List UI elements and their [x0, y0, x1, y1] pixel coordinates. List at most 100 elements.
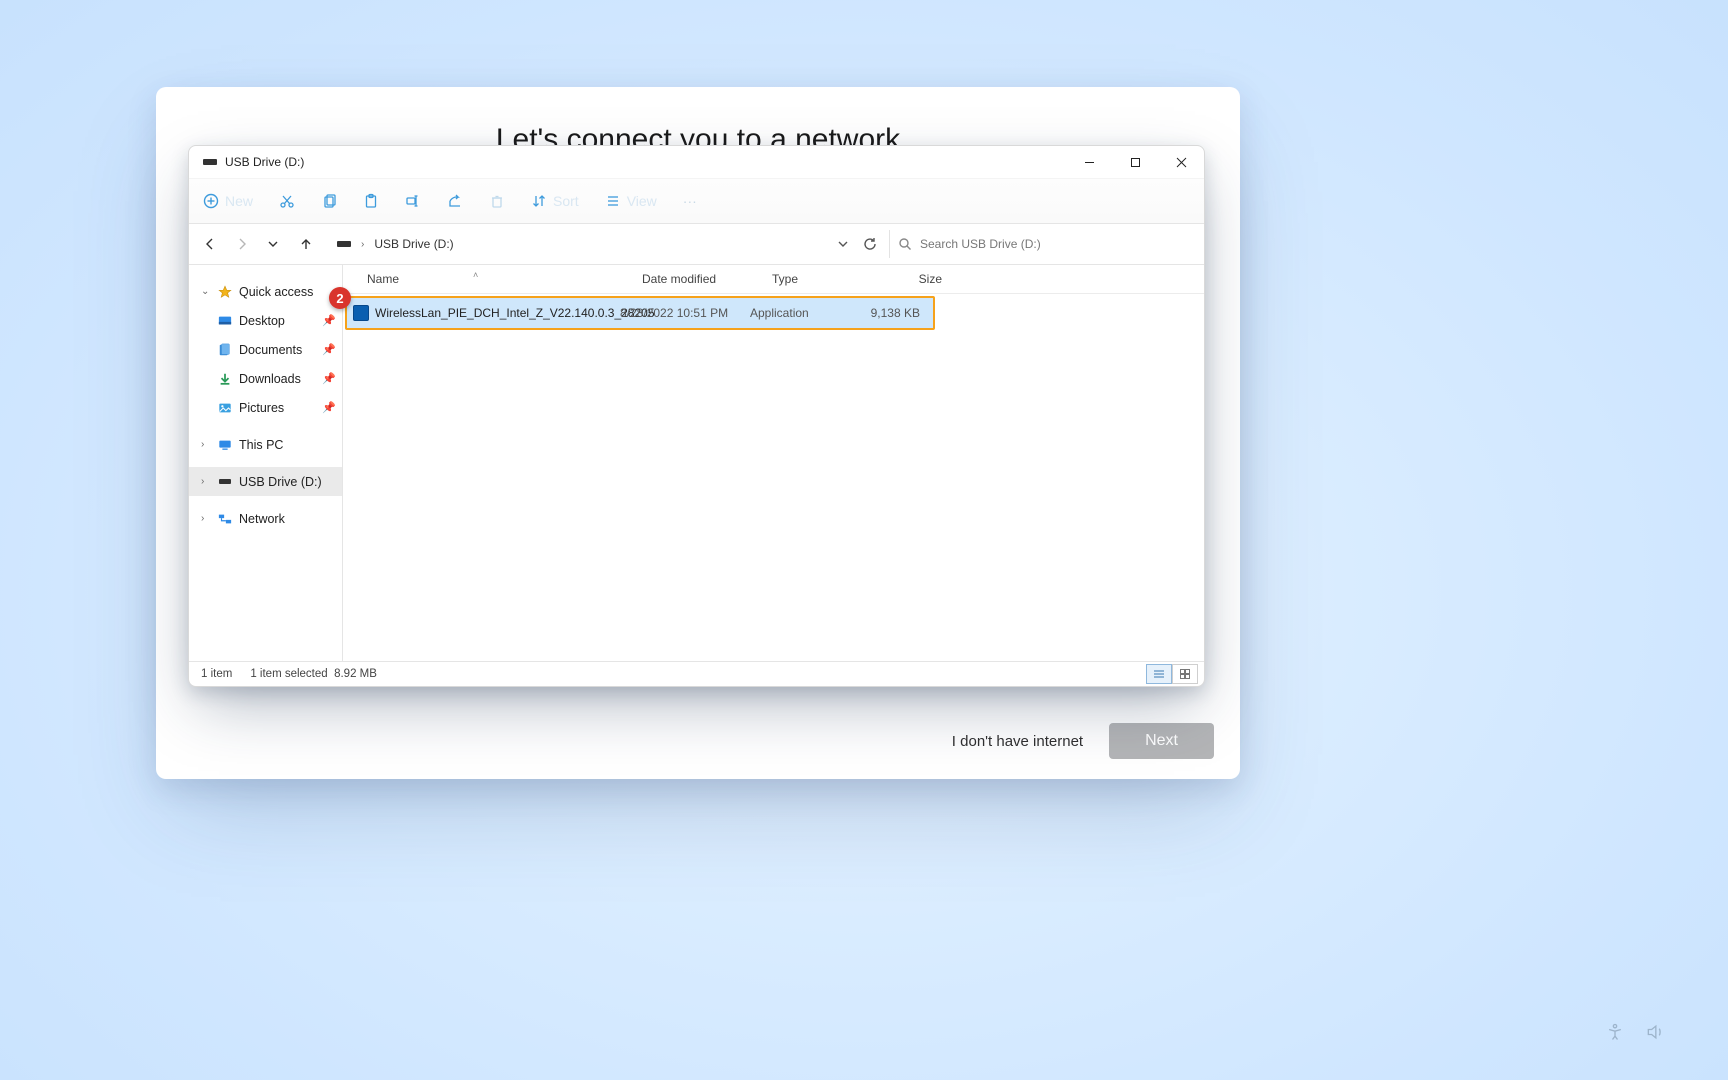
view-button[interactable]: View — [605, 193, 657, 209]
star-icon — [217, 284, 233, 300]
delete-button[interactable] — [489, 193, 505, 209]
search-icon — [898, 237, 912, 251]
close-button[interactable] — [1158, 146, 1204, 178]
file-name: WirelessLan_PIE_DCH_Intel_Z_V22.140.0.3_… — [375, 306, 620, 320]
col-type[interactable]: Type — [772, 272, 880, 286]
breadcrumb[interactable]: › USB Drive (D:) — [329, 230, 833, 258]
more-button[interactable]: ··· — [683, 193, 697, 209]
usb-drive-icon — [217, 474, 233, 490]
label: This PC — [239, 438, 283, 452]
status-bar: 1 item 1 item selected 8.92 MB — [189, 661, 1204, 686]
sort-button[interactable]: Sort — [531, 193, 579, 209]
application-icon — [353, 305, 369, 321]
breadcrumb-item[interactable]: USB Drive (D:) — [374, 237, 453, 251]
chevron-right-icon: › — [201, 513, 211, 524]
new-label: New — [225, 193, 253, 209]
chevron-right-icon: › — [201, 439, 211, 450]
new-button[interactable]: New — [203, 193, 253, 209]
share-button[interactable] — [447, 193, 463, 209]
navpane-documents[interactable]: Documents 📌 — [189, 335, 342, 364]
status-item-count: 1 item — [201, 668, 232, 680]
status-selected-size: 8.92 MB — [334, 668, 377, 680]
pictures-icon — [217, 400, 233, 416]
next-button[interactable]: Next — [1109, 723, 1214, 759]
search-box[interactable]: Search USB Drive (D:) — [889, 230, 1198, 258]
usb-drive-icon — [203, 159, 217, 165]
titlebar[interactable]: USB Drive (D:) — [189, 146, 1204, 179]
label: Downloads — [239, 372, 301, 386]
minimize-button[interactable] — [1066, 146, 1112, 178]
navpane-this-pc[interactable]: › This PC — [189, 430, 342, 459]
navpane-quick-access[interactable]: ⌄ Quick access — [189, 277, 342, 306]
usb-drive-icon — [337, 241, 351, 247]
forward-button[interactable] — [235, 237, 249, 251]
search-placeholder: Search USB Drive (D:) — [920, 237, 1041, 251]
systray — [1604, 1021, 1666, 1043]
label: Network — [239, 512, 285, 526]
navpane-downloads[interactable]: Downloads 📌 — [189, 364, 342, 393]
file-size: 9,138 KB — [858, 306, 920, 320]
rename-button[interactable] — [405, 193, 421, 209]
col-date[interactable]: Date modified — [642, 272, 772, 286]
label: Documents — [239, 343, 302, 357]
rename-icon — [405, 193, 421, 209]
navigation-pane: ⌄ Quick access Desktop 📌 Documents 📌 — [189, 265, 343, 661]
sort-label: Sort — [553, 193, 579, 209]
chevron-right-icon: › — [201, 476, 211, 487]
copy-button[interactable] — [321, 193, 337, 209]
up-button[interactable] — [299, 237, 313, 251]
label: USB Drive (D:) — [239, 475, 322, 489]
view-icon — [605, 193, 621, 209]
col-name[interactable]: Name — [367, 272, 399, 286]
refresh-button[interactable] — [863, 237, 877, 251]
share-icon — [447, 193, 463, 209]
no-internet-link[interactable]: I don't have internet — [946, 732, 1089, 751]
file-date: 8/28/2022 10:51 PM — [620, 306, 750, 320]
file-list: 2 Name˄ Date modified Type Size Wireless… — [343, 265, 1204, 661]
desktop-icon — [217, 313, 233, 329]
scissors-icon — [279, 193, 295, 209]
pin-icon: 📌 — [322, 401, 336, 414]
address-dropdown-button[interactable] — [837, 238, 849, 250]
navpane-desktop[interactable]: Desktop 📌 — [189, 306, 342, 335]
label: Quick access — [239, 285, 313, 299]
column-headers[interactable]: Name ˄ Date modified Type Size — [343, 265, 1204, 294]
back-button[interactable] — [203, 237, 217, 251]
network-icon — [217, 511, 233, 527]
details-view-button[interactable] — [1146, 664, 1172, 684]
accessibility-icon[interactable] — [1604, 1021, 1626, 1043]
col-size[interactable]: Size — [880, 272, 942, 286]
trash-icon — [489, 193, 505, 209]
label: Pictures — [239, 401, 284, 415]
address-bar-row: › USB Drive (D:) Search USB Drive (D:) — [189, 224, 1204, 265]
clipboard-icon — [363, 193, 379, 209]
file-row[interactable]: WirelessLan_PIE_DCH_Intel_Z_V22.140.0.3_… — [345, 296, 935, 330]
pin-icon: 📌 — [322, 343, 336, 356]
view-label: View — [627, 193, 657, 209]
volume-icon[interactable] — [1644, 1021, 1666, 1043]
sort-ascending-icon: ˄ — [473, 270, 478, 280]
status-selected-count: 1 item selected — [250, 668, 327, 680]
navpane-pictures[interactable]: Pictures 📌 — [189, 393, 342, 422]
label: Desktop — [239, 314, 285, 328]
documents-icon — [217, 342, 233, 358]
window-title: USB Drive (D:) — [225, 155, 304, 169]
pin-icon: 📌 — [322, 372, 336, 385]
paste-button[interactable] — [363, 193, 379, 209]
file-type: Application — [750, 306, 858, 320]
copy-icon — [321, 193, 337, 209]
navpane-usb-drive[interactable]: › USB Drive (D:) — [189, 467, 342, 496]
plus-circle-icon — [203, 193, 219, 209]
chevron-down-icon: ⌄ — [201, 286, 211, 297]
pin-icon: 📌 — [322, 314, 336, 327]
recent-locations-button[interactable] — [267, 238, 281, 250]
thumbnails-view-button[interactable] — [1172, 664, 1198, 684]
maximize-button[interactable] — [1112, 146, 1158, 178]
cut-button[interactable] — [279, 193, 295, 209]
navpane-network[interactable]: › Network — [189, 504, 342, 533]
pc-icon — [217, 437, 233, 453]
command-bar: New — [189, 179, 1204, 224]
explorer-window: USB Drive (D:) New — [188, 145, 1205, 687]
downloads-icon — [217, 371, 233, 387]
chevron-right-icon: › — [361, 239, 364, 250]
